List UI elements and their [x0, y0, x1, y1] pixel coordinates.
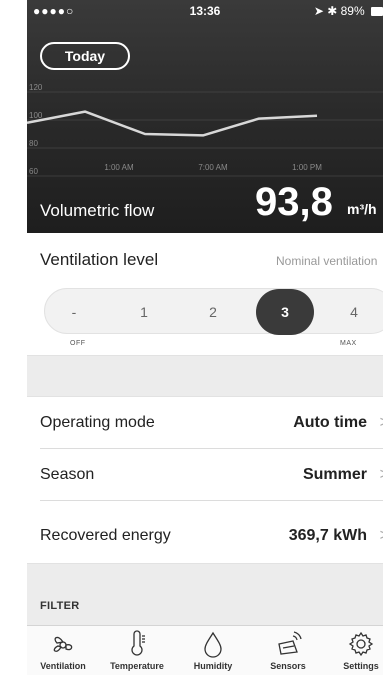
- flow-header: ●●●●○ 13:36 ➤ ✱ 89% Today 120 100 80 60 1:00…: [27, 0, 383, 233]
- row-season[interactable]: Season Summer >: [27, 449, 383, 501]
- tab-label: Settings: [343, 661, 379, 671]
- tab-ventilation[interactable]: Ventilation: [27, 630, 101, 671]
- x-tick-label: 1:00 AM: [104, 163, 134, 172]
- level-option-4[interactable]: 4: [334, 289, 374, 335]
- status-right: ➤ ✱ 89%: [314, 4, 383, 18]
- level-option-3-selected[interactable]: 3: [256, 289, 314, 335]
- y-tick-label: 120: [29, 83, 43, 92]
- chevron-right-icon: >: [380, 466, 383, 484]
- chevron-right-icon: >: [380, 527, 383, 545]
- level-option-2[interactable]: 2: [193, 289, 233, 335]
- ventilation-level-slider[interactable]: - 1 2 3 4: [44, 288, 383, 335]
- y-tick-label: 60: [29, 167, 38, 176]
- gear-icon: [348, 631, 374, 657]
- row-recovered-energy[interactable]: Recovered energy 369,7 kWh >: [27, 501, 383, 563]
- tab-temperature[interactable]: Temperature: [99, 630, 175, 671]
- tab-label: Ventilation: [40, 661, 86, 671]
- row-label: Season: [40, 466, 95, 483]
- today-button[interactable]: Today: [40, 42, 130, 70]
- status-bar: ●●●●○ 13:36 ➤ ✱ 89%: [27, 0, 383, 22]
- y-tick-label: 100: [29, 111, 43, 120]
- tab-humidity[interactable]: Humidity: [175, 630, 251, 671]
- settings-list: Operating mode Auto time > Season Summer…: [27, 397, 383, 563]
- row-value: 369,7 kWh: [288, 527, 367, 544]
- filter-section: FILTER: [27, 563, 383, 625]
- row-operating-mode[interactable]: Operating mode Auto time >: [27, 397, 383, 449]
- sensor-icon: [278, 631, 302, 655]
- slider-max-label: MAX: [340, 340, 357, 347]
- tab-settings[interactable]: Settings: [323, 630, 383, 671]
- battery-percent: 89%: [340, 4, 365, 18]
- ventilation-mode: Nominal ventilation: [276, 254, 378, 268]
- flow-chart: 120 100 80 60 1:00 AM 7:00 AM 1:00 PM: [27, 83, 383, 177]
- tab-label: Sensors: [270, 661, 306, 671]
- metric-value: 93,8: [255, 180, 333, 224]
- row-value: Summer: [302, 466, 367, 483]
- ventilation-section: Ventilation level Nominal ventilation - …: [27, 233, 383, 355]
- section-spacer: [27, 355, 383, 397]
- y-tick-label: 80: [29, 139, 38, 148]
- app-screen: ●●●●○ 13:36 ➤ ✱ 89% Today 120 100 80 60 1:00…: [27, 0, 383, 675]
- filter-header: FILTER: [40, 600, 80, 612]
- x-tick-label: 1:00 PM: [292, 163, 322, 172]
- slider-min-label: OFF: [70, 340, 86, 347]
- metric-unit: m³/h: [347, 201, 377, 217]
- level-option-1[interactable]: 1: [124, 289, 164, 335]
- metric-label: Volumetric flow: [40, 201, 155, 220]
- fan-icon: [53, 636, 73, 652]
- row-label: Operating mode: [40, 414, 155, 431]
- droplet-icon: [204, 631, 222, 658]
- battery-icon: [371, 7, 383, 16]
- row-value: Auto time: [293, 414, 367, 431]
- flow-series-line: [27, 110, 318, 137]
- left-gutter: [0, 0, 27, 675]
- row-label: Recovered energy: [40, 527, 171, 544]
- x-tick-label: 7:00 AM: [198, 163, 228, 172]
- level-option-off[interactable]: -: [54, 289, 94, 335]
- ventilation-title: Ventilation level: [40, 250, 159, 269]
- tab-label: Humidity: [193, 661, 233, 671]
- tab-label: Temperature: [110, 661, 164, 671]
- location-arrow-icon: ➤: [313, 4, 324, 18]
- bluetooth-icon: ✱: [327, 4, 338, 18]
- thermometer-icon: [131, 630, 145, 656]
- chevron-right-icon: >: [380, 414, 383, 432]
- tab-bar: Ventilation Temperature Humidity Sensors…: [27, 625, 383, 675]
- tab-sensors[interactable]: Sensors: [250, 630, 326, 671]
